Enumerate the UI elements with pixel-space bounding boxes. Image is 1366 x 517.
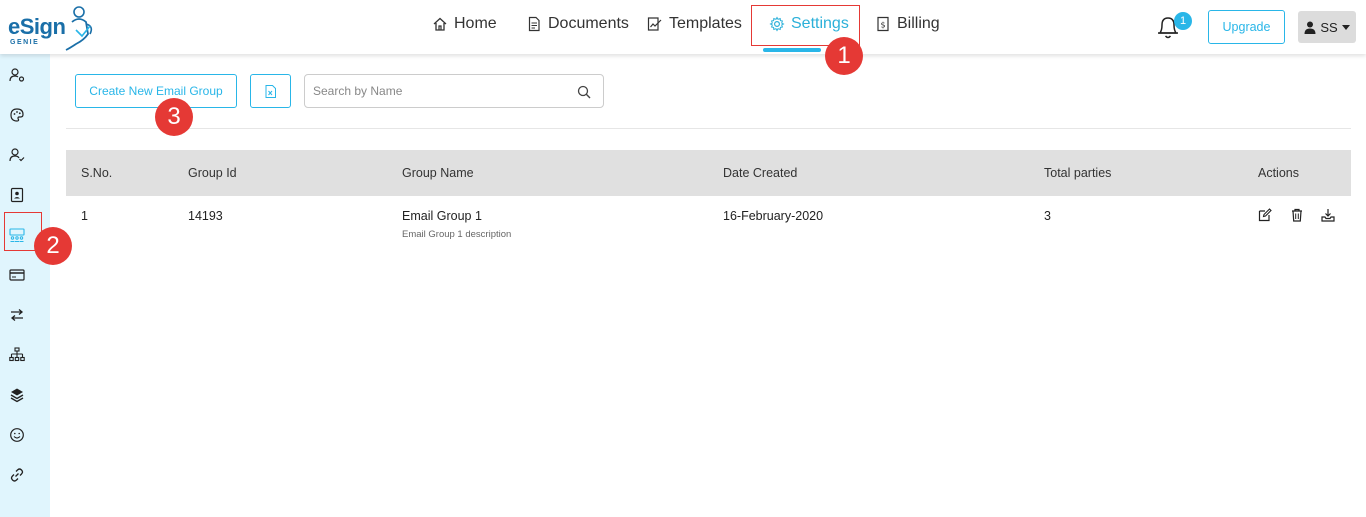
document-icon (528, 16, 540, 32)
genie-mascot-icon (65, 6, 93, 51)
smiley-icon (10, 428, 24, 442)
annotation-marker-3: 3 (155, 98, 193, 136)
credit-card-icon (9, 269, 25, 281)
nav-billing[interactable]: $ Billing (875, 0, 940, 48)
search-icon[interactable] (577, 85, 591, 99)
svg-text:$: $ (880, 21, 885, 30)
column-header-group-name: Group Name (402, 166, 474, 180)
transfer-icon (10, 309, 24, 321)
sidebar-item-user-settings[interactable] (8, 66, 26, 84)
nav-home[interactable]: Home (432, 0, 497, 48)
user-icon (1304, 21, 1316, 34)
cell-group-id: 14193 (188, 209, 223, 223)
edit-icon[interactable] (1258, 208, 1272, 222)
annotation-marker-1: 1 (825, 37, 863, 75)
column-header-total-parties: Total parties (1044, 166, 1112, 180)
create-email-group-button[interactable]: Create New Email Group (75, 74, 237, 108)
cell-date-created: 16-February-2020 (723, 209, 824, 223)
upgrade-button[interactable]: Upgrade (1208, 10, 1285, 44)
annotation-marker-2: 2 (34, 227, 72, 265)
esign-genie-logo[interactable]: eSign GENIE (8, 4, 93, 51)
user-menu-button[interactable]: SS (1298, 11, 1356, 43)
cell-group-name: Email Group 1 (402, 209, 482, 223)
sidebar-item-layers[interactable] (8, 386, 26, 404)
settings-sidebar (0, 54, 50, 517)
sidebar-item-feedback[interactable] (8, 426, 26, 444)
contact-card-icon (10, 187, 24, 203)
nav-billing-label: Billing (897, 15, 940, 32)
user-settings-icon (9, 68, 25, 82)
cell-group-description: Email Group 1 description (402, 229, 512, 240)
palette-icon (10, 108, 24, 122)
table-header: S.No. Group Id Group Name Date Created T… (66, 150, 1351, 196)
template-icon (647, 17, 662, 31)
billing-icon: $ (877, 16, 889, 32)
sidebar-item-contacts[interactable] (8, 186, 26, 204)
sidebar-item-payment[interactable] (8, 266, 26, 284)
sidebar-item-user-check[interactable] (8, 146, 26, 164)
home-icon (433, 17, 447, 31)
nav-home-label: Home (454, 15, 497, 32)
nav-templates-label: Templates (669, 15, 742, 32)
nav-templates[interactable]: Templates (647, 0, 742, 48)
active-tab-indicator (763, 48, 821, 52)
sidebar-item-branding[interactable] (8, 106, 26, 124)
content-divider (66, 128, 1351, 129)
column-header-sno: S.No. (81, 166, 113, 180)
column-header-actions: Actions (1258, 166, 1299, 180)
search-box (304, 74, 604, 108)
cell-sno: 1 (81, 209, 88, 223)
cell-total-parties: 3 (1044, 209, 1051, 223)
top-navbar: eSign GENIE Home Documents Templates Set… (0, 0, 1366, 54)
hierarchy-icon (9, 347, 25, 362)
link-icon (10, 468, 24, 482)
download-icon[interactable] (1321, 208, 1335, 222)
sidebar-item-integrations[interactable] (8, 466, 26, 484)
nav-documents[interactable]: Documents (526, 0, 629, 48)
export-excel-button[interactable] (250, 74, 291, 108)
nav-documents-label: Documents (548, 15, 629, 32)
delete-icon[interactable] (1290, 208, 1304, 222)
excel-icon (265, 84, 276, 98)
caret-down-icon (1341, 24, 1350, 30)
sidebar-item-hierarchy[interactable] (8, 346, 26, 364)
search-input[interactable] (313, 75, 573, 107)
notification-count-badge: 1 (1174, 12, 1192, 30)
column-header-date-created: Date Created (723, 166, 798, 180)
layers-icon (10, 388, 24, 403)
logo-subtext: GENIE (10, 39, 40, 46)
user-initials: SS (1320, 19, 1338, 35)
logo-text: eSign (8, 14, 66, 39)
sidebar-item-transfer[interactable] (8, 306, 26, 324)
user-check-icon (9, 148, 25, 162)
column-header-group-id: Group Id (188, 166, 237, 180)
